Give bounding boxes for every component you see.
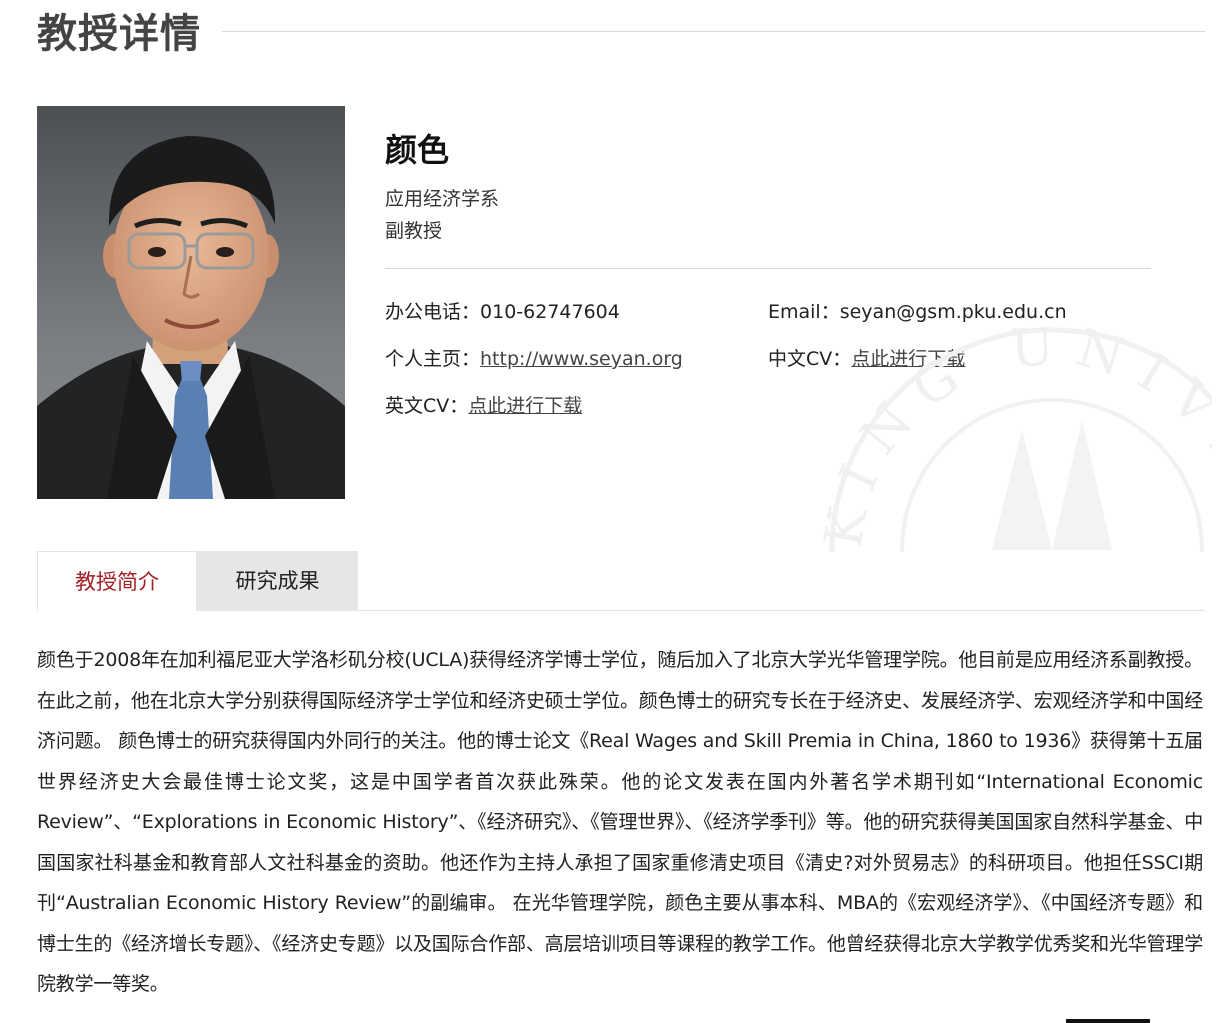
professor-name: 颜色: [385, 131, 450, 169]
office-phone-value: 010-62747604: [480, 301, 620, 323]
academic-rank: 副教授: [385, 220, 443, 242]
info-divider: [385, 268, 1151, 269]
tab-research-results[interactable]: 研究成果: [197, 551, 358, 611]
office-phone: 办公电话：010-62747604: [385, 299, 620, 325]
english-cv: 英文CV：点此进行下载: [385, 393, 582, 419]
english-cv-download-link[interactable]: 点此进行下载: [468, 395, 582, 417]
university-seal-watermark: KING UNIVE: [822, 300, 1212, 552]
homepage: 个人主页：http://www.seyan.org: [385, 346, 683, 372]
tab-professor-intro[interactable]: 教授简介: [37, 551, 197, 611]
homepage-label: 个人主页：: [385, 348, 481, 370]
department: 应用经济学系: [385, 188, 500, 210]
english-cv-label: 英文CV：: [385, 395, 469, 417]
page-title: 教授详情: [37, 11, 201, 57]
profile-tabs: 教授简介 研究成果: [37, 551, 1205, 611]
professor-photo: [37, 106, 345, 499]
title-divider: [222, 31, 1205, 32]
corner-bar: [1066, 1019, 1150, 1023]
office-phone-label: 办公电话：: [385, 301, 481, 323]
professor-bio: 颜色于2008年在加利福尼亚大学洛杉矶分校(UCLA)获得经济学博士学位，随后加…: [37, 649, 1203, 995]
homepage-link[interactable]: http://www.seyan.org: [480, 348, 683, 370]
